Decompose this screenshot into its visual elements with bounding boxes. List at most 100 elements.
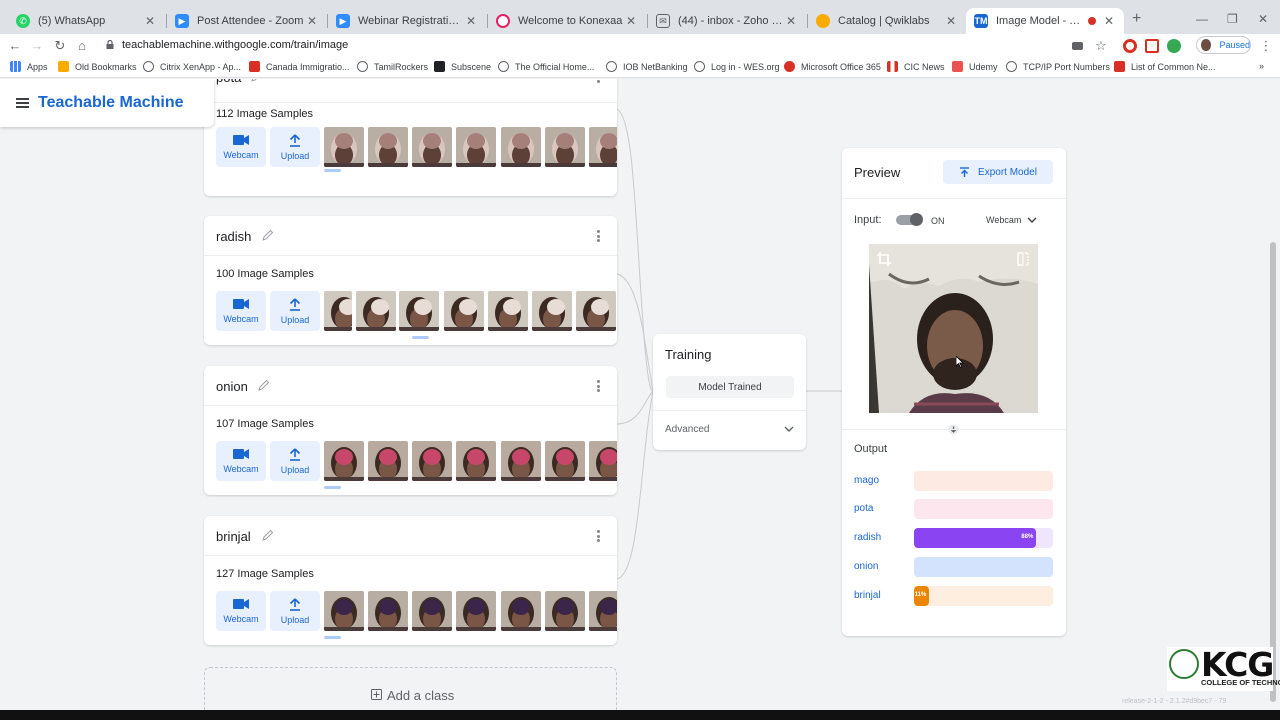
close-icon[interactable]: ✕ [143,14,157,28]
sample-thumbnail[interactable] [412,591,452,631]
menu-icon[interactable] [16,98,29,108]
thumbnail-scrollbar[interactable] [324,486,341,489]
chevron-down-icon[interactable] [784,426,794,433]
input-source-dropdown[interactable]: Webcam [986,215,1037,225]
close-icon[interactable]: ✕ [464,14,478,28]
more-options-icon[interactable] [597,530,601,542]
sample-thumbnail[interactable] [589,127,617,167]
close-icon[interactable]: ✕ [944,14,958,28]
bookmark-item[interactable]: TCP/IP Port Numbers [1006,61,1110,72]
pencil-icon[interactable] [258,379,270,391]
sample-thumbnail[interactable] [356,291,396,331]
window-close-icon[interactable]: ✕ [1258,12,1268,26]
star-icon[interactable]: ☆ [1093,38,1109,54]
app-title[interactable]: Teachable Machine [38,94,184,112]
sample-thumbnail[interactable] [532,291,572,331]
url-input[interactable]: teachablemachine.withgoogle.com/train/im… [122,39,348,51]
bookmark-item[interactable]: CIC News [887,61,945,72]
bookmark-item[interactable]: Old Bookmarks [58,61,137,72]
opera-icon[interactable] [1123,39,1137,53]
export-model-button[interactable]: Export Model [943,160,1053,184]
extension-icon[interactable] [1145,39,1159,53]
close-icon[interactable]: ✕ [1102,14,1116,28]
sample-thumbnail[interactable] [444,291,484,331]
page-scrollbar[interactable] [1270,242,1276,702]
sample-thumbnail[interactable] [368,591,408,631]
sample-thumbnail[interactable] [456,591,496,631]
sample-thumbnail[interactable] [501,127,541,167]
pencil-icon[interactable] [251,79,263,82]
thumbnail-scrollbar[interactable] [324,636,341,639]
thumbnail-scrollbar[interactable] [324,169,341,172]
input-toggle[interactable] [896,213,923,226]
minimize-icon[interactable]: — [1196,12,1208,26]
browser-tab[interactable]: ✉ (44) - inbox - Zoho Mail (shab... ✕ [648,8,806,34]
sample-thumbnail[interactable] [456,127,496,167]
bookmarks-overflow-icon[interactable]: » [1259,61,1264,71]
browser-tab[interactable]: ▶ Webinar Registration - Zoom ✕ [328,8,486,34]
new-tab-button[interactable]: + [1132,11,1146,27]
close-icon[interactable]: ✕ [624,14,638,28]
thumbnail-scrollbar[interactable] [412,336,429,339]
sample-thumbnail[interactable] [545,127,585,167]
browser-tab[interactable]: ✆ (5) WhatsApp ✕ [8,8,165,34]
sample-thumbnail[interactable] [412,127,452,167]
sample-thumbnail[interactable] [545,591,585,631]
bookmark-item[interactable]: The Official Home... [498,61,594,72]
sample-thumbnail[interactable] [501,441,541,481]
sample-thumbnail[interactable] [545,441,585,481]
bookmark-item[interactable]: Subscene [434,61,491,72]
webcam-button[interactable]: Webcam [216,441,266,481]
reload-icon[interactable]: ↻ [52,38,68,54]
webcam-button[interactable]: Webcam [216,591,266,631]
home-icon[interactable]: ⌂ [74,38,90,53]
maximize-icon[interactable]: ❐ [1227,12,1238,26]
more-options-icon[interactable] [597,230,601,242]
upload-button[interactable]: Upload [270,291,320,331]
close-icon[interactable]: ✕ [305,14,319,28]
extension-icon[interactable] [1167,39,1181,53]
upload-button[interactable]: Upload [270,441,320,481]
train-model-button[interactable]: Model Trained [666,376,794,398]
close-icon[interactable]: ✕ [784,14,798,28]
bookmark-item[interactable]: Udemy [952,61,998,72]
sample-thumbnail[interactable] [576,291,616,331]
bookmark-item[interactable]: List of Common Ne... [1114,61,1216,72]
crop-icon[interactable] [877,252,891,266]
sample-thumbnail[interactable] [324,591,364,631]
forward-icon[interactable]: → [29,38,45,53]
webcam-button[interactable]: Webcam [216,291,266,331]
sample-thumbnail[interactable] [368,441,408,481]
menu-icon[interactable]: ⋮ [1258,38,1274,54]
upload-button[interactable]: Upload [270,591,320,631]
pencil-icon[interactable] [262,529,274,541]
sample-thumbnail[interactable] [368,127,408,167]
bookmark-item[interactable]: Microsoft Office 365 [784,61,881,72]
camera-icon[interactable] [1072,42,1083,50]
back-icon[interactable]: ← [7,38,23,53]
flip-icon[interactable] [1016,252,1030,266]
upload-button[interactable]: Upload [270,127,320,167]
browser-tab-active[interactable]: TM Image Model - Teachable ✕ [966,8,1124,34]
sample-thumbnail[interactable] [412,441,452,481]
webcam-button[interactable]: Webcam [216,127,266,167]
sample-thumbnail[interactable] [456,441,496,481]
bookmark-item[interactable]: Citrix XenApp - Ap... [143,61,241,72]
browser-tab[interactable]: Welcome to Konexaa ✕ [488,8,646,34]
bookmark-item[interactable]: Canada Immigratio... [249,61,350,72]
bookmark-item[interactable]: Apps [10,61,48,72]
sample-thumbnail[interactable] [589,591,617,631]
bookmark-item[interactable]: IOB NetBanking [606,61,688,72]
sample-thumbnail[interactable] [399,291,439,331]
sample-thumbnail[interactable] [324,291,352,331]
sample-thumbnail[interactable] [589,441,617,481]
more-options-icon[interactable] [597,380,601,392]
sample-thumbnail[interactable] [501,591,541,631]
profile-button[interactable]: Paused [1196,36,1251,54]
sample-thumbnail[interactable] [324,127,364,167]
sample-thumbnail[interactable] [488,291,528,331]
bookmark-item[interactable]: TamilRockers [357,61,428,72]
more-options-icon[interactable] [597,79,601,83]
add-class-button[interactable]: Add a class [204,667,617,710]
browser-tab[interactable]: ▶ Post Attendee - Zoom ✕ [167,8,327,34]
